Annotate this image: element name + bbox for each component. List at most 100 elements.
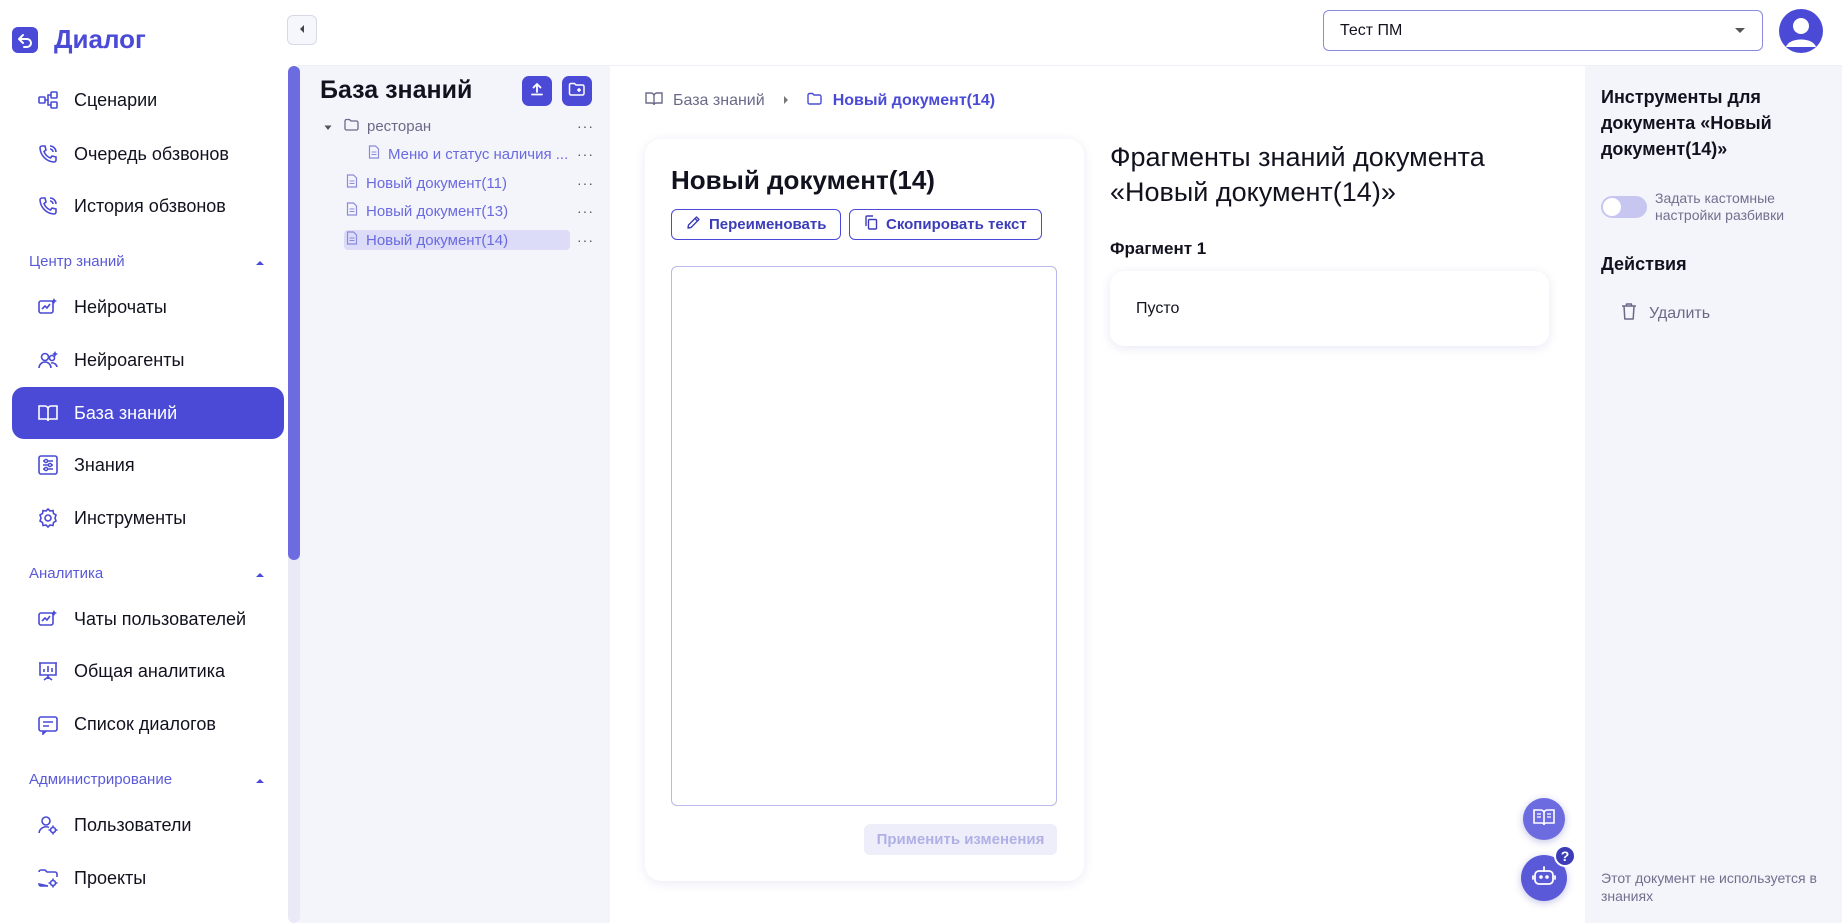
sidebar-item-call-queue[interactable]: Очередь обзвонов: [12, 128, 284, 180]
sliders-icon: [36, 453, 60, 477]
project-select-value: Тест ПМ: [1340, 21, 1403, 39]
phone-queue-icon: [36, 142, 60, 166]
copy-icon: [864, 215, 878, 234]
document-title: Новый документ(14): [671, 165, 935, 195]
dialog-list-icon: [36, 712, 60, 736]
section-title: Центр знаний: [29, 253, 125, 270]
sidebar-scrollbar-thumb[interactable]: [288, 66, 300, 560]
upload-icon: [529, 81, 545, 102]
section-analytics[interactable]: Аналитика: [29, 565, 265, 582]
more-icon[interactable]: ···: [577, 146, 594, 162]
sidebar-item-label: Нейроагенты: [74, 349, 185, 370]
chevron-up-icon: [255, 771, 265, 788]
custom-split-label: Задать кастомные настройки разбивки: [1655, 190, 1785, 223]
sidebar-item-neurochats[interactable]: Нейрочаты: [12, 281, 284, 333]
sidebar-item-user-chats[interactable]: Чаты пользователей: [12, 593, 284, 645]
apply-changes-button[interactable]: Применить изменения: [864, 824, 1057, 855]
more-icon[interactable]: ···: [577, 175, 594, 191]
sidebar-item-label: Очередь обзвонов: [74, 143, 229, 164]
book-open-icon: [1533, 808, 1555, 831]
chevron-up-icon: [255, 565, 265, 582]
copy-text-label: Скопировать текст: [886, 216, 1027, 233]
logo-icon: [12, 26, 38, 53]
document-text-area[interactable]: [671, 266, 1057, 806]
robot-icon: [1531, 864, 1557, 893]
more-icon[interactable]: ···: [577, 203, 594, 219]
tree-node-label: ресторан: [367, 117, 432, 135]
actions-title: Действия: [1601, 254, 1687, 274]
folder-open-icon: [806, 92, 823, 110]
breadcrumb-root[interactable]: База знаний: [673, 92, 765, 110]
sidebar-item-projects[interactable]: Проекты: [12, 852, 284, 904]
scenarios-icon: [36, 88, 60, 112]
knowledge-fab-button[interactable]: [1523, 798, 1565, 840]
breadcrumb: База знаний Новый документ(14): [645, 91, 995, 111]
presentation-chart-icon: [36, 659, 60, 683]
phone-history-icon: [36, 194, 60, 218]
book-open-icon: [645, 91, 663, 111]
tree-node-label: Новый документ(13): [366, 202, 509, 220]
usage-note: Этот документ не используется в знаниях: [1601, 870, 1817, 904]
chat-analytics-icon: [36, 607, 60, 631]
user-avatar[interactable]: [1779, 9, 1823, 53]
book-open-icon: [36, 401, 60, 425]
sidebar-item-general-analytics[interactable]: Общая аналитика: [12, 645, 284, 697]
copy-text-button[interactable]: Скопировать текст: [849, 209, 1042, 240]
sidebar-item-neuroagents[interactable]: Нейроагенты: [12, 334, 284, 386]
sidebar-item-knowledge[interactable]: Знания: [12, 439, 284, 491]
tree-document[interactable]: Меню и статус наличия ... ···: [366, 144, 593, 164]
fragment-text: Пусто: [1136, 299, 1180, 317]
section-administration[interactable]: Администрирование: [29, 771, 265, 788]
sidebar-item-label: Чаты пользователей: [74, 608, 247, 629]
fragment-card: Пусто: [1110, 271, 1549, 346]
sidebar-item-users[interactable]: Пользователи: [12, 799, 284, 851]
trash-icon: [1621, 302, 1637, 325]
sidebar-item-label: Общая аналитика: [74, 660, 225, 681]
rename-button[interactable]: Переименовать: [671, 209, 842, 240]
add-folder-button[interactable]: [562, 76, 592, 106]
rename-label: Переименовать: [709, 216, 827, 233]
tree-document[interactable]: Новый документ(11) ···: [344, 173, 593, 193]
help-badge[interactable]: ?: [1554, 845, 1576, 867]
document-icon: [346, 231, 358, 249]
sidebar-item-label: Инструменты: [74, 507, 187, 528]
sidebar-item-scenarios[interactable]: Сценарии: [12, 74, 284, 126]
neuroagents-icon: [36, 348, 60, 372]
user-settings-icon: [36, 813, 60, 837]
folder-settings-icon: [36, 866, 60, 890]
tools-panel: Инструменты для документа «Новый докумен…: [1585, 66, 1842, 923]
tree-document-selected[interactable]: Новый документ(14) ···: [344, 230, 593, 250]
neurochat-icon: [36, 295, 60, 319]
chevron-right-icon: [783, 92, 789, 110]
sidebar-item-tools[interactable]: Инструменты: [12, 492, 284, 544]
sidebar-item-dialog-list[interactable]: Список диалогов: [12, 698, 284, 750]
project-select[interactable]: Тест ПМ: [1323, 10, 1763, 51]
tree-folder[interactable]: ресторан ···: [324, 116, 593, 136]
more-icon[interactable]: ···: [577, 118, 594, 134]
delete-button[interactable]: Удалить: [1621, 302, 1710, 325]
sidebar-collapse-button[interactable]: [287, 15, 317, 45]
tree-node-label: Новый документ(11): [366, 174, 507, 192]
more-icon[interactable]: ···: [577, 232, 594, 248]
delete-label: Удалить: [1649, 304, 1711, 322]
sidebar-scrollbar[interactable]: [288, 66, 300, 923]
tree-document[interactable]: Новый документ(13) ···: [344, 201, 593, 221]
document-editor-card: Новый документ(14) Переименовать Скопиро…: [645, 139, 1084, 881]
tools-title: Инструменты для документа «Новый докумен…: [1601, 87, 1772, 159]
upload-button[interactable]: [522, 76, 552, 106]
caret-left-icon: [299, 21, 305, 39]
sidebar-item-knowledge-base[interactable]: База знаний: [12, 387, 284, 439]
document-icon: [346, 174, 358, 192]
custom-split-toggle[interactable]: [1601, 196, 1647, 218]
fragment-label: Фрагмент 1: [1110, 239, 1207, 258]
section-knowledge-center[interactable]: Центр знаний: [29, 253, 265, 270]
knowledge-tree-panel: База знаний ресторан ··· Меню и статус н…: [302, 66, 609, 923]
toggle-knob: [1603, 198, 1621, 216]
sidebar-item-label: Знания: [74, 454, 135, 475]
sidebar-item-label: Пользователи: [74, 814, 192, 835]
sidebar-item-call-history[interactable]: История обзвонов: [12, 180, 284, 232]
app-logo[interactable]: Диалог: [12, 24, 146, 55]
user-icon: [1786, 18, 1816, 47]
sidebar-item-label: История обзвонов: [74, 195, 226, 216]
document-icon: [368, 145, 380, 163]
